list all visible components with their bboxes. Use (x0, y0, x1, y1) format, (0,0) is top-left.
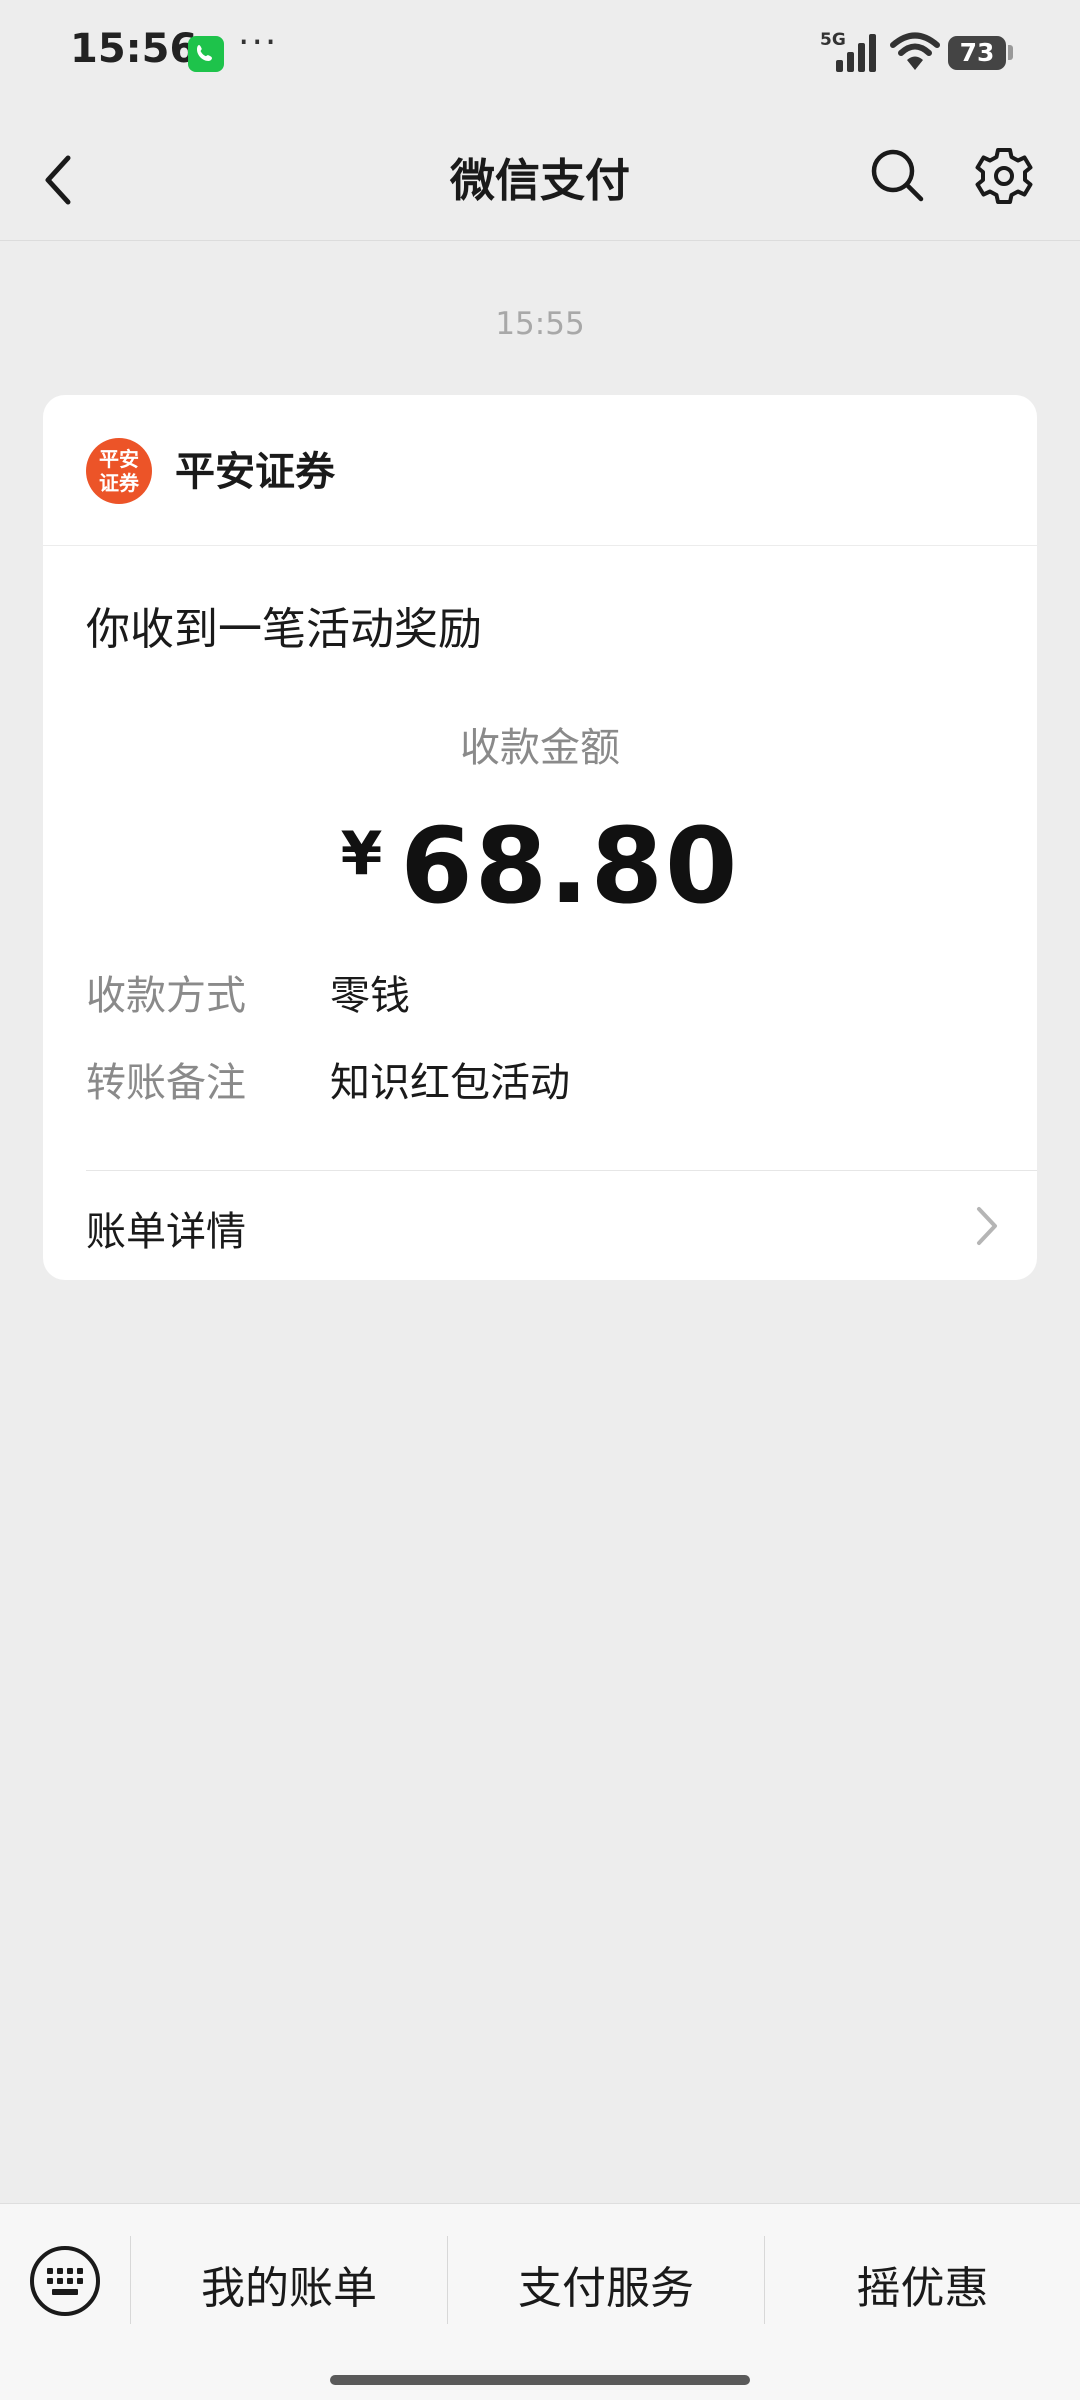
payment-services-menu[interactable]: 支付服务 (448, 2252, 764, 2314)
payment-method-label: 收款方式 (86, 973, 246, 1019)
amount-display: ¥68.80 (43, 805, 1037, 927)
cellular-signal-icon: 5G (820, 30, 876, 72)
card-header[interactable]: 平安 证券 平安证券 (43, 395, 1037, 546)
currency-symbol: ¥ (340, 819, 383, 889)
shake-discount-menu[interactable]: 摇优惠 (765, 2252, 1080, 2314)
sender-name: 平安证券 (175, 449, 335, 495)
gear-icon[interactable] (974, 146, 1034, 206)
phone-call-icon[interactable] (188, 36, 224, 72)
nav-bar: 微信支付 (0, 110, 1080, 241)
status-time: 15:56 (70, 26, 198, 72)
status-bar: 15:56 ··· 5G 73 (0, 0, 1080, 110)
chevron-right-icon (977, 1207, 997, 1245)
home-indicator[interactable] (330, 2375, 750, 2385)
amount-value: 68.80 (400, 805, 740, 927)
payment-method-value: 零钱 (330, 973, 410, 1019)
bill-details-label: 账单详情 (86, 1209, 246, 1255)
battery-icon: 73 (948, 36, 1006, 70)
amount-label: 收款金额 (460, 725, 620, 771)
bill-details-link[interactable]: 账单详情 (43, 1171, 1037, 1280)
keyboard-icon[interactable] (28, 2244, 102, 2318)
pingan-securities-logo: 平安 证券 (86, 438, 152, 504)
search-icon[interactable] (868, 146, 928, 206)
network-type-label: 5G (820, 30, 846, 50)
my-bills-menu[interactable]: 我的账单 (131, 2252, 447, 2314)
transfer-note-value: 知识红包活动 (330, 1060, 570, 1106)
wifi-icon (890, 32, 940, 70)
status-more-dots: ··· (238, 22, 279, 63)
logo-text-line2: 证券 (99, 471, 139, 495)
battery-tip (1008, 45, 1013, 60)
message-timestamp: 15:55 (495, 306, 585, 342)
bottom-menu-bar: 我的账单 支付服务 摇优惠 (0, 2203, 1080, 2400)
payment-notification-card[interactable]: 平安 证券 平安证券 你收到一笔活动奖励 收款金额 ¥68.80 收款方式 零钱… (43, 395, 1037, 1280)
card-subject: 你收到一笔活动奖励 (86, 604, 482, 655)
screen: 15:56 ··· 5G 73 微信支付 15:55 平安 证券 平安证券 你收… (0, 0, 1080, 2400)
transfer-note-label: 转账备注 (86, 1060, 246, 1106)
logo-text-line1: 平安 (99, 447, 139, 471)
